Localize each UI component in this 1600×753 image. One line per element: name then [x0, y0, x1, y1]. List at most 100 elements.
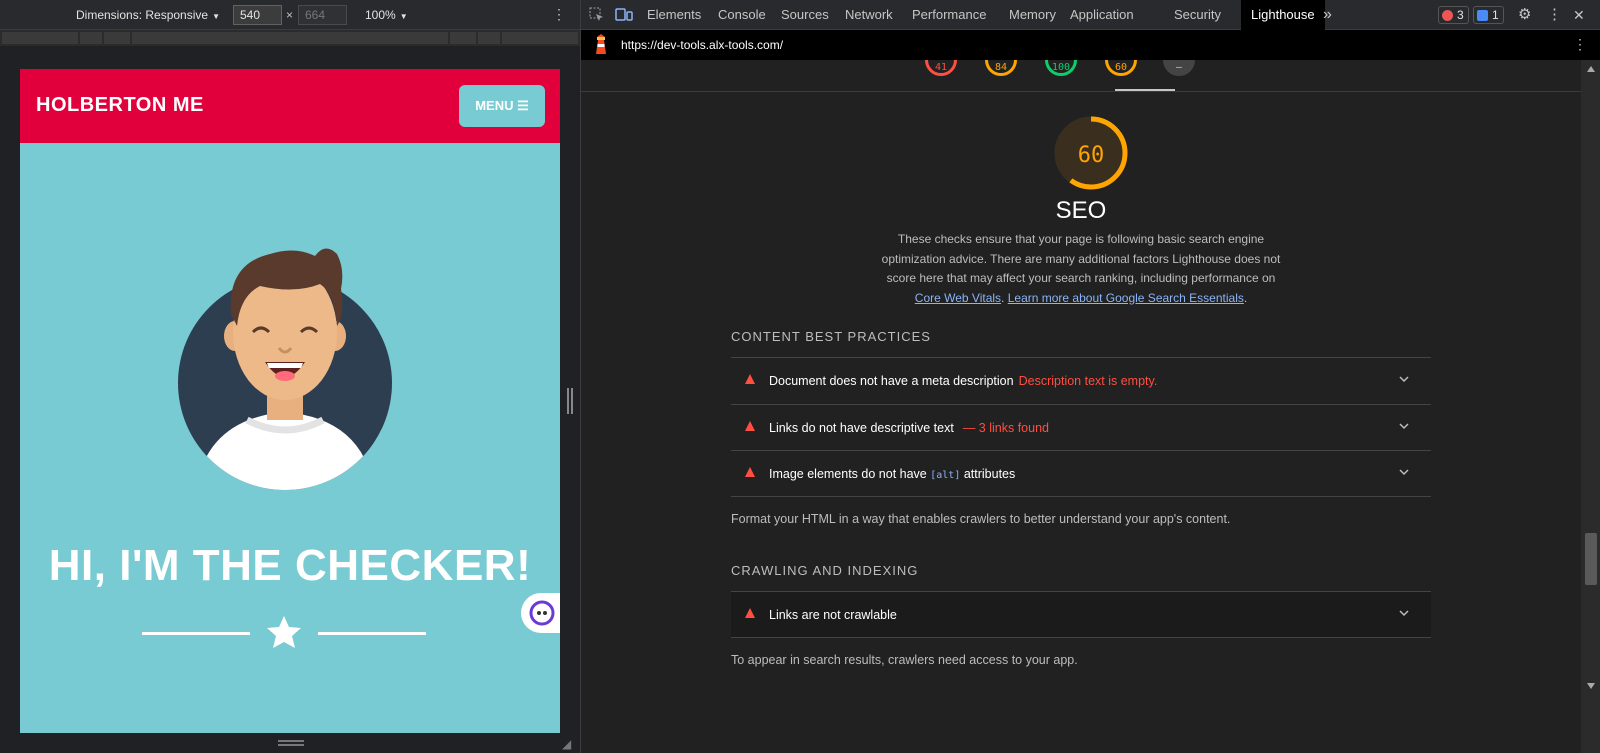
gauge-score: 84: [994, 62, 1008, 73]
messages-badge[interactable]: 1: [1473, 6, 1504, 24]
tab-network[interactable]: Network: [845, 0, 893, 30]
hero-title: HI, I'M THE CHECKER!: [48, 541, 532, 590]
tab-security[interactable]: Security: [1174, 0, 1221, 30]
errors-count: 3: [1457, 8, 1464, 22]
gauge-score: 41: [934, 62, 948, 73]
active-gauge-indicator: [1115, 89, 1175, 91]
seo-score-gauge: 60: [1054, 116, 1128, 190]
more-tabs-icon[interactable]: »: [1323, 0, 1332, 30]
core-web-vitals-link[interactable]: Core Web Vitals: [915, 291, 1001, 305]
audit-title: Image elements do not have: [769, 467, 927, 481]
caret-down-icon: ▼: [212, 12, 220, 21]
crawling-section-note: To appear in search results, crawlers ne…: [731, 653, 1078, 667]
gauge-score: 60: [1114, 62, 1128, 73]
audited-url: https://dev-tools.alx-tools.com/: [621, 38, 784, 52]
lighthouse-report: 41 84 100 60 – 60 SEO These checks ensur…: [581, 60, 1581, 753]
chatbot-icon: [529, 600, 555, 626]
message-icon: [1477, 10, 1488, 21]
tab-application[interactable]: Application: [1070, 0, 1134, 30]
resize-handle-right[interactable]: [567, 388, 573, 414]
warning-triangle-icon: [745, 421, 755, 431]
audit-title: Document does not have a meta descriptio…: [769, 374, 1014, 388]
audit-link-text[interactable]: Links do not have descriptive text — 3 li…: [731, 404, 1431, 450]
menu-button[interactable]: MENU ☰: [459, 85, 545, 127]
gauge-pwa[interactable]: –: [1163, 60, 1195, 76]
lighthouse-logo-icon: [596, 34, 606, 54]
content-section-note: Format your HTML in a way that enables c…: [731, 512, 1231, 526]
tab-sources[interactable]: Sources: [781, 0, 829, 30]
crawling-indexing-heading: CRAWLING AND INDEXING: [731, 563, 919, 578]
star-icon: [267, 616, 301, 648]
site-brand[interactable]: HOLBERTON ME: [36, 94, 204, 117]
chevron-down-icon[interactable]: [1397, 372, 1411, 386]
dimensions-label: Dimensions: Responsive: [76, 8, 209, 22]
seo-description: These checks ensure that your page is fo…: [881, 232, 1281, 305]
zoom-label: 100%: [365, 8, 396, 22]
devtools-tabbar: Elements Console Sources Network Perform…: [581, 0, 1600, 30]
width-input[interactable]: 540: [233, 5, 282, 25]
chevron-down-icon[interactable]: [1397, 606, 1411, 620]
audit-image-alt[interactable]: Image elements do not have [alt] attribu…: [731, 450, 1431, 496]
content-best-practices-heading: CONTENT BEST PRACTICES: [731, 329, 931, 344]
warning-triangle-icon: [745, 374, 755, 384]
media-query-ruler[interactable]: [0, 30, 580, 46]
device-toolbar: Dimensions: Responsive ▼ 540 × 664 100% ▼ …: [0, 0, 580, 30]
more-options-icon[interactable]: ⋮: [552, 6, 566, 23]
tab-memory[interactable]: Memory: [1009, 0, 1056, 30]
errors-badge[interactable]: 3: [1438, 6, 1469, 24]
resize-handle-bottom[interactable]: [278, 740, 304, 746]
hero-divider: [142, 616, 426, 648]
site-header: HOLBERTON ME MENU ☰: [20, 69, 560, 143]
tab-lighthouse[interactable]: Lighthouse: [1241, 0, 1325, 30]
gauge-accessibility[interactable]: 84: [985, 60, 1017, 76]
search-essentials-link[interactable]: Learn more about Google Search Essential…: [1008, 291, 1244, 305]
devtools-window: Dimensions: Responsive ▼ 540 × 664 100% ▼ …: [0, 0, 1600, 753]
hamburger-icon: ☰: [517, 98, 529, 113]
more-options-icon[interactable]: ⋮: [1547, 0, 1562, 30]
devtools-panel: Elements Console Sources Network Perform…: [581, 0, 1600, 753]
tab-elements[interactable]: Elements: [647, 0, 701, 30]
device-toolbar-icon[interactable]: [615, 7, 633, 23]
dimensions-dropdown[interactable]: Dimensions: Responsive ▼: [76, 8, 220, 22]
audit-title-suffix: attributes: [963, 467, 1016, 481]
scroll-thumb[interactable]: [1585, 533, 1597, 585]
gauge-best-practices[interactable]: 100: [1045, 60, 1077, 76]
menu-label: MENU: [475, 98, 514, 113]
more-options-icon[interactable]: ⋮: [1573, 36, 1587, 53]
chevron-down-icon[interactable]: [1397, 465, 1411, 479]
seo-title: SEO: [1055, 197, 1107, 224]
zoom-dropdown[interactable]: 100% ▼: [365, 8, 408, 22]
warning-triangle-icon: [745, 608, 755, 618]
chevron-down-icon[interactable]: [1397, 419, 1411, 433]
audit-crawlable-links[interactable]: Links are not crawlable: [731, 591, 1431, 637]
seo-description-text: These checks ensure that your page is fo…: [881, 232, 1281, 285]
audit-meta-description[interactable]: Document does not have a meta descriptio…: [731, 357, 1431, 403]
pwa-icon: –: [1175, 62, 1183, 73]
lighthouse-url-bar: https://dev-tools.alx-tools.com/ ⋮: [581, 30, 1600, 60]
resize-handle-corner[interactable]: ◢: [562, 737, 571, 751]
report-scrollbar[interactable]: [1581, 60, 1600, 753]
gauge-performance[interactable]: 41: [925, 60, 957, 76]
tab-console[interactable]: Console: [718, 0, 766, 30]
scroll-up-arrow-icon[interactable]: [1587, 66, 1595, 72]
tab-performance[interactable]: Performance: [912, 0, 986, 30]
audit-title: Links do not have descriptive text: [769, 421, 954, 435]
error-icon: [1442, 10, 1453, 21]
warning-triangle-icon: [745, 467, 755, 477]
height-input[interactable]: 664: [298, 5, 347, 25]
gauge-score: 100: [1051, 62, 1071, 73]
settings-gear-icon[interactable]: ⚙: [1518, 0, 1531, 30]
audit-title: Links are not crawlable: [769, 608, 897, 622]
chat-widget-button[interactable]: [521, 593, 560, 633]
scroll-down-arrow-icon[interactable]: [1587, 683, 1595, 689]
close-icon[interactable]: ✕: [1573, 0, 1585, 30]
messages-count: 1: [1492, 8, 1499, 22]
inspect-element-icon[interactable]: [589, 7, 605, 23]
category-gauges: 41 84 100 60 –: [581, 60, 1581, 92]
dimensions-separator: ×: [286, 8, 294, 22]
audit-code: [alt]: [930, 470, 961, 481]
gauge-seo[interactable]: 60: [1105, 60, 1137, 76]
emulated-page: HOLBERTON ME MENU ☰ HI, I'M THE CHECKER!: [20, 69, 560, 733]
avatar: [178, 248, 392, 490]
audit-divider: [731, 637, 1431, 638]
